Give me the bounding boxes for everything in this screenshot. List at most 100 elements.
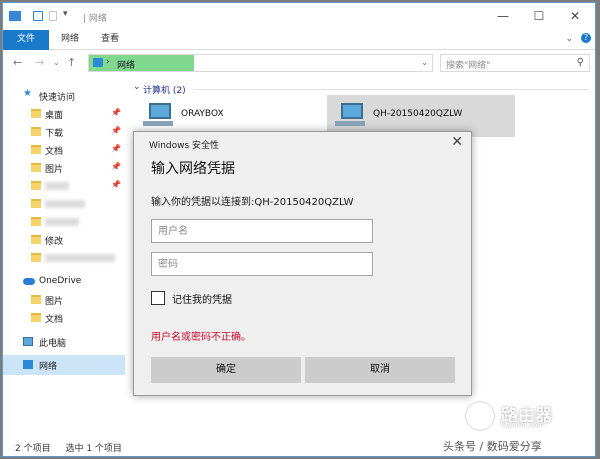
blurred-label xyxy=(45,182,69,190)
sidebar-label: 图片 xyxy=(45,297,64,307)
sidebar-label: 下载 xyxy=(45,129,64,139)
sidebar-item-blurred-4[interactable] xyxy=(3,249,125,267)
pin-icon: 📌 xyxy=(111,180,121,189)
dialog-subtitle: 输入你的凭据以连接到:QH-20150420QZLW xyxy=(151,197,354,208)
sidebar-item-documents[interactable]: 文档 📌 xyxy=(3,141,125,159)
sidebar-item-network[interactable]: 网络 xyxy=(3,355,125,375)
explorer-icon xyxy=(9,11,21,21)
blurred-label xyxy=(45,218,79,226)
minimize-button[interactable]: — xyxy=(485,3,521,29)
address-highlight xyxy=(89,55,194,71)
router-logo-icon xyxy=(465,401,495,431)
remember-label[interactable]: 记住我的凭据 xyxy=(172,291,232,306)
sidebar-item-desktop[interactable]: 桌面 📌 xyxy=(3,105,125,123)
error-message: 用户名或密码不正确。 xyxy=(151,332,251,343)
password-field[interactable] xyxy=(151,252,373,276)
pin-icon: 📌 xyxy=(111,144,121,153)
new-folder-icon[interactable] xyxy=(49,11,57,21)
sidebar-label: 图片 xyxy=(45,165,64,175)
sidebar-item-onedrive-documents[interactable]: 文档 xyxy=(3,309,125,327)
sidebar-item-blurred-3[interactable] xyxy=(3,213,125,231)
sidebar-item-downloads[interactable]: 下载 📌 xyxy=(3,123,125,141)
close-window-button[interactable]: ✕ xyxy=(557,3,593,29)
computer-name: QH-20150420QZLW xyxy=(373,109,463,119)
breadcrumb-chevron-icon[interactable]: › xyxy=(106,57,110,67)
window-title: | 网络 xyxy=(83,11,107,24)
expand-ribbon-icon[interactable]: ⌄ xyxy=(565,34,573,44)
pictures-folder-icon xyxy=(31,163,41,172)
status-bar: 2 个项目 选中 1 个项目 xyxy=(15,441,122,454)
sidebar-item-blurred-1[interactable]: 📌 xyxy=(3,177,125,195)
forward-icon[interactable]: → xyxy=(35,56,44,69)
monitor-base xyxy=(143,121,173,126)
pin-icon: 📌 xyxy=(111,126,121,135)
maximize-button[interactable]: ☐ xyxy=(521,3,557,29)
sidebar-item-onedrive[interactable]: OneDrive xyxy=(3,273,125,291)
sidebar-label: 快速访问 xyxy=(39,93,76,103)
ok-button[interactable]: 确定 xyxy=(151,357,301,383)
recent-locations-icon[interactable]: ⌄ xyxy=(53,58,60,67)
computer-icon xyxy=(23,337,33,346)
address-bar[interactable]: › 网络 ⌄ xyxy=(88,54,433,72)
pin-icon: 📌 xyxy=(111,108,121,117)
network-icon xyxy=(23,360,33,369)
pin-icon: 📌 xyxy=(111,162,121,171)
watermark-bottom: 头条号 / 数码爱分享 xyxy=(443,440,542,453)
title-bar: ▾ | 网络 — ☐ ✕ xyxy=(3,3,595,30)
search-placeholder: 搜索"网络" xyxy=(446,61,491,71)
help-icon[interactable]: ? xyxy=(581,33,591,43)
downloads-folder-icon xyxy=(31,127,41,136)
tab-network[interactable]: 网络 xyxy=(55,30,85,50)
monitor-base xyxy=(335,121,365,126)
dialog-close-icon[interactable]: ✕ xyxy=(451,134,463,150)
address-path: 网络 xyxy=(117,61,136,71)
sidebar-item-onedrive-pictures[interactable]: 图片 xyxy=(3,291,125,309)
username-input[interactable] xyxy=(152,220,372,242)
navigation-pane: ★ 快速访问 桌面 📌 下载 📌 文档 📌 图片 📌 📌 修改 OneDrive… xyxy=(3,81,125,431)
explorer-window: ▾ | 网络 — ☐ ✕ 文件 网络 查看 ⌄ ? ← → ⌄ ↑ › 网络 ⌄… xyxy=(2,2,596,457)
sidebar-label: 桌面 xyxy=(45,111,64,121)
folder-icon xyxy=(31,199,41,208)
star-icon: ★ xyxy=(23,88,32,99)
dialog-title: Windows 安全性 xyxy=(149,141,220,151)
sidebar-item-modify[interactable]: 修改 xyxy=(3,231,125,249)
cancel-button[interactable]: 取消 xyxy=(305,357,455,383)
folder-icon xyxy=(31,253,41,262)
sidebar-label: 文档 xyxy=(45,147,64,157)
group-divider xyxy=(193,89,588,90)
properties-icon[interactable] xyxy=(33,11,43,21)
item-count: 2 个项目 xyxy=(15,444,51,454)
monitor-icon xyxy=(149,103,171,119)
search-icon[interactable]: ⚲ xyxy=(577,57,584,68)
collapse-group-icon[interactable]: ⌄ xyxy=(133,82,141,92)
tab-file[interactable]: 文件 xyxy=(3,30,49,50)
sidebar-item-pictures[interactable]: 图片 📌 xyxy=(3,159,125,177)
dialog-heading: 输入网络凭据 xyxy=(151,161,235,177)
ribbon: 文件 网络 查看 ⌄ ? xyxy=(3,30,595,50)
folder-icon xyxy=(31,217,41,226)
remember-checkbox[interactable] xyxy=(151,291,165,305)
blurred-label xyxy=(45,200,85,208)
up-icon[interactable]: ↑ xyxy=(67,56,76,69)
selection-count: 选中 1 个项目 xyxy=(65,444,122,454)
username-field[interactable] xyxy=(151,219,373,243)
documents-folder-icon xyxy=(31,145,41,154)
address-dropdown-icon[interactable]: ⌄ xyxy=(421,58,428,67)
sidebar-label: 修改 xyxy=(45,237,64,247)
cloud-icon xyxy=(23,278,35,285)
watermark-subtitle: luyouqi.com xyxy=(501,421,544,429)
sidebar-item-quick-access[interactable]: ★ 快速访问 xyxy=(3,87,125,105)
password-input[interactable] xyxy=(152,253,372,275)
sidebar-item-this-pc[interactable]: 此电脑 xyxy=(3,333,125,351)
back-icon[interactable]: ← xyxy=(13,56,22,69)
monitor-icon xyxy=(341,103,363,119)
tab-view[interactable]: 查看 xyxy=(95,30,125,50)
sidebar-item-blurred-2[interactable] xyxy=(3,195,125,213)
folder-icon xyxy=(31,313,41,322)
address-row: ← → ⌄ ↑ › 网络 ⌄ 搜索"网络" ⚲ xyxy=(3,50,595,76)
search-box[interactable]: 搜索"网络" ⚲ xyxy=(440,54,590,72)
folder-icon xyxy=(31,235,41,244)
credentials-dialog: Windows 安全性 ✕ 输入网络凭据 输入你的凭据以连接到:QH-20150… xyxy=(133,131,472,396)
customize-quick-access-icon[interactable]: ▾ xyxy=(63,9,68,23)
computer-name: ORAYBOX xyxy=(181,109,224,119)
